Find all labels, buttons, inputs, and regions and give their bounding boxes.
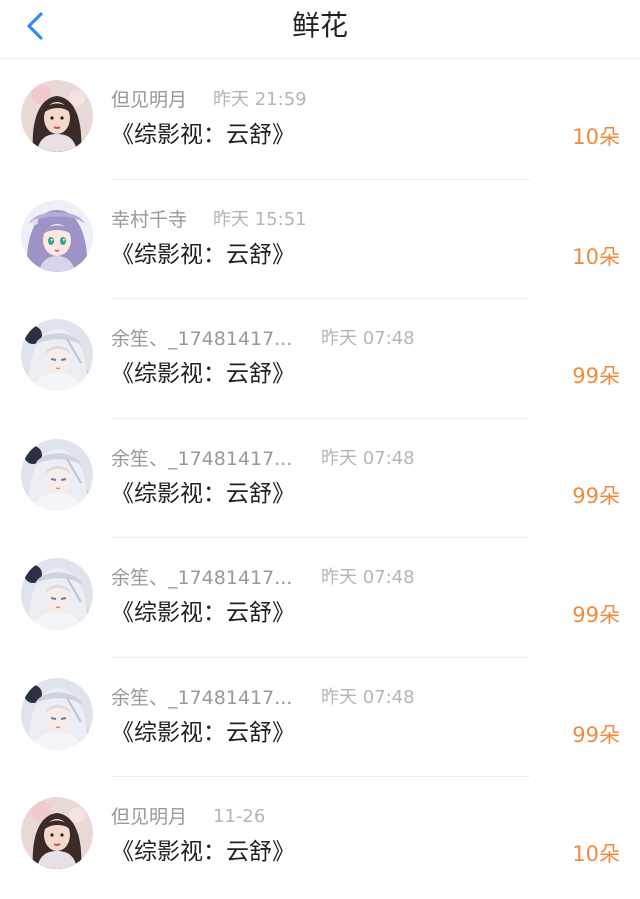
gift-time: 昨天 07:48 (321, 686, 415, 708)
list-item[interactable]: 余笙、_17481417... 昨天 07:48 《综影视：云舒》 99朵 (0, 538, 640, 658)
flower-count: 99朵 (572, 364, 620, 388)
gift-time: 昨天 07:48 (321, 328, 415, 349)
book-title: 《综影视：云舒》 (111, 600, 295, 626)
gift-time: 11-26 (213, 806, 266, 827)
flower-gift-list: 但见明月 昨天 21:59 《综影视：云舒》 10朵 幸村千寺 昨天 15:51… (0, 60, 640, 897)
avatar[interactable] (21, 439, 93, 511)
book-title: 《综影视：云舒》 (111, 241, 295, 268)
gift-time: 昨天 21:59 (213, 89, 307, 110)
flower-count: 10朵 (572, 842, 620, 866)
avatar[interactable] (21, 319, 93, 391)
book-title: 《综影视：云舒》 (111, 480, 295, 507)
avatar[interactable] (21, 200, 93, 272)
list-item[interactable]: 幸村千寺 昨天 15:51 《综影视：云舒》 10朵 (0, 180, 640, 299)
avatar[interactable] (21, 678, 93, 750)
book-title: 《综影视：云舒》 (111, 839, 295, 865)
gift-time: 昨天 07:48 (321, 567, 415, 588)
flower-count: 10朵 (572, 244, 620, 269)
flower-count: 10朵 (572, 125, 620, 149)
gift-time: 昨天 15:51 (213, 208, 307, 230)
top-nav-bar: 鲜花 (0, 0, 640, 59)
sender-name[interactable]: 余笙、_17481417... (111, 565, 292, 591)
sender-name[interactable]: 但见明月 (111, 804, 187, 830)
list-item[interactable]: 余笙、_17481417... 昨天 07:48 《综影视：云舒》 99朵 (0, 658, 640, 777)
book-title: 《综影视：云舒》 (111, 719, 295, 746)
sender-name[interactable]: 余笙、_17481417... (111, 685, 292, 711)
list-item[interactable]: 余笙、_17481417... 昨天 07:48 《综影视：云舒》 99朵 (0, 299, 640, 419)
list-item[interactable]: 余笙、_17481417... 昨天 07:48 《综影视：云舒》 99朵 (0, 419, 640, 538)
sender-name[interactable]: 余笙、_17481417... (111, 446, 292, 472)
flower-count: 99朵 (572, 483, 620, 508)
sender-name[interactable]: 但见明月 (111, 87, 187, 113)
page-title: 鲜花 (291, 9, 348, 42)
gift-time: 昨天 07:48 (321, 447, 415, 469)
flower-count: 99朵 (572, 722, 620, 747)
avatar[interactable] (21, 80, 93, 152)
book-title: 《综影视：云舒》 (111, 122, 295, 148)
flower-count: 99朵 (572, 603, 620, 627)
list-item[interactable]: 但见明月 昨天 21:59 《综影视：云舒》 10朵 (0, 60, 640, 180)
sender-name[interactable]: 幸村千寺 (111, 207, 187, 233)
avatar[interactable] (21, 797, 93, 869)
book-title: 《综影视：云舒》 (111, 361, 295, 387)
sender-name[interactable]: 余笙、_17481417... (111, 326, 292, 352)
avatar[interactable] (21, 558, 93, 630)
list-item[interactable]: 但见明月 11-26 《综影视：云舒》 10朵 (0, 777, 640, 897)
